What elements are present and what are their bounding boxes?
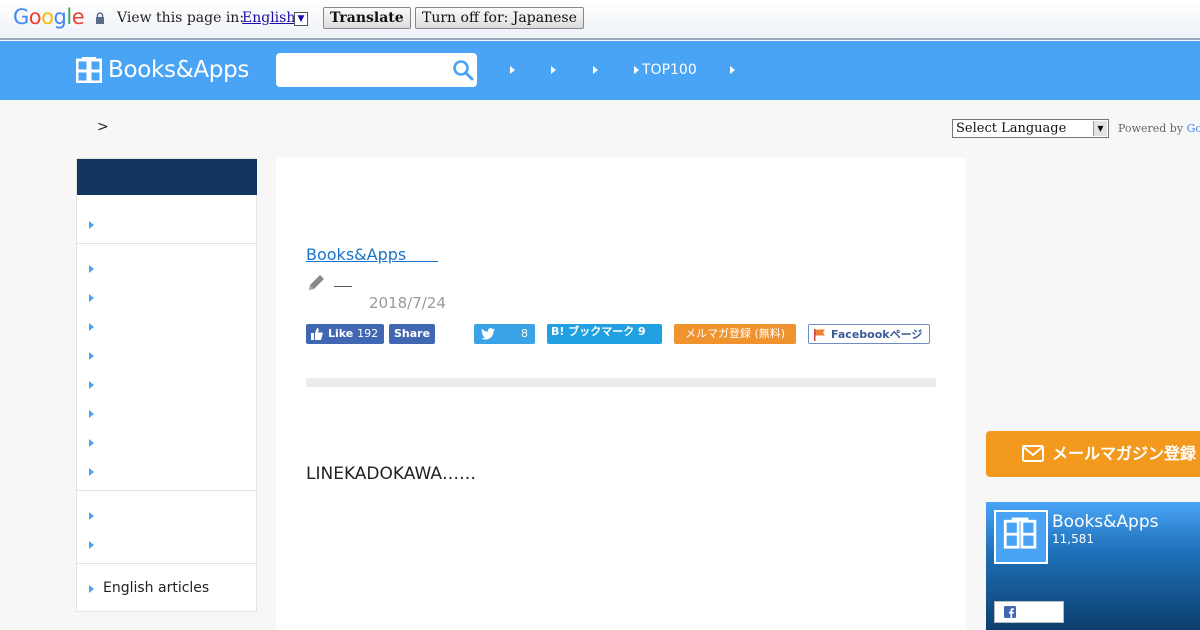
sidebar-item[interactable]: [89, 407, 249, 423]
chevron-right-icon: [89, 381, 94, 389]
thumbs-up-icon: [311, 328, 323, 340]
chevron-right-icon: [89, 352, 94, 360]
translate-button[interactable]: Translate: [323, 7, 411, 29]
powered-by-label: Powered by Go: [1118, 122, 1200, 135]
sidebar-item[interactable]: [89, 262, 249, 278]
sidebar: English articles: [76, 158, 257, 612]
sidebar-divider: [77, 490, 257, 491]
chevron-right-icon: [89, 294, 94, 302]
google-logo: Google: [13, 5, 85, 29]
sidebar-header: [77, 159, 257, 195]
search-input[interactable]: [276, 53, 477, 87]
article-divider-bar: [306, 378, 936, 387]
sidebar-item[interactable]: [89, 320, 249, 336]
books-apps-logo-icon: [76, 57, 102, 83]
facebook-icon: [1004, 606, 1016, 618]
chevron-right-icon: [510, 66, 515, 74]
facebook-widget-page-name[interactable]: Books&Apps: [1052, 512, 1159, 532]
hatena-bookmark-button[interactable]: B! ブックマーク 9: [547, 324, 662, 344]
facebook-page-widget[interactable]: Books&Apps 11,581: [986, 502, 1200, 630]
sidebar-item-english-articles[interactable]: English articles: [89, 580, 249, 598]
mail-icon: [1022, 445, 1044, 462]
nav-item-5[interactable]: [730, 61, 738, 79]
mail-magazine-button[interactable]: メルマガ登録 (無料): [674, 324, 796, 344]
chevron-right-icon: [89, 410, 94, 418]
language-link[interactable]: English: [242, 10, 295, 26]
sidebar-item[interactable]: [89, 509, 249, 525]
lock-icon: [96, 12, 104, 24]
facebook-page-button[interactable]: Facebookページ: [808, 324, 930, 344]
sidebar-item[interactable]: [89, 538, 249, 554]
facebook-like-button[interactable]: Like 192: [306, 324, 384, 344]
sidebar-divider: [77, 243, 257, 244]
twitter-icon: [481, 328, 495, 340]
pencil-icon: [309, 275, 324, 290]
sidebar-item[interactable]: [89, 465, 249, 481]
chevron-right-icon: [89, 221, 94, 229]
facebook-widget-likes: 11,581: [1052, 532, 1094, 546]
sidebar-item[interactable]: [89, 436, 249, 452]
nav-item-top100[interactable]: TOP100: [634, 61, 697, 79]
tweet-button[interactable]: 8: [474, 324, 535, 344]
flag-icon: [814, 329, 825, 341]
article-lead-text: LINEKADOKAWA……: [306, 464, 476, 484]
chevron-down-icon: ▼: [1093, 121, 1107, 136]
facebook-widget-like-button[interactable]: [994, 601, 1064, 623]
chevron-right-icon: [89, 585, 94, 593]
mail-magazine-banner[interactable]: メールマガジン登録: [986, 431, 1200, 477]
language-select[interactable]: Select Language ▼: [952, 119, 1109, 138]
chevron-right-icon: [730, 66, 735, 74]
sidebar-divider: [77, 563, 257, 564]
author-placeholder-line: [334, 286, 352, 287]
chevron-right-icon: [89, 468, 94, 476]
site-logo[interactable]: Books&Apps: [76, 55, 249, 85]
books-apps-logo-icon: [994, 510, 1048, 564]
nav-item-3[interactable]: [593, 61, 601, 79]
article-date: 2018/7/24: [369, 294, 446, 312]
article-category-link[interactable]: Books&Apps: [306, 241, 438, 265]
sidebar-item[interactable]: [89, 218, 249, 234]
turn-off-button[interactable]: Turn off for: Japanese: [415, 7, 584, 29]
chevron-right-icon: [551, 66, 556, 74]
sidebar-item[interactable]: [89, 349, 249, 365]
article-main: Books&Apps 2018/7/24 Like 192 Share 8 B!…: [276, 158, 966, 630]
sidebar-item[interactable]: [89, 291, 249, 307]
language-dropdown-icon[interactable]: ▼: [294, 12, 308, 26]
nav-item-2[interactable]: [551, 61, 559, 79]
chevron-right-icon: [89, 265, 94, 273]
facebook-share-button[interactable]: Share: [389, 324, 435, 344]
chevron-right-icon: [89, 541, 94, 549]
chevron-right-icon: [593, 66, 598, 74]
site-header: Books&Apps TOP100: [0, 41, 1200, 100]
logo-text: Books&Apps: [108, 57, 250, 83]
chevron-right-icon: [634, 66, 639, 74]
breadcrumb: >: [97, 119, 109, 135]
chevron-right-icon: [89, 439, 94, 447]
chevron-right-icon: [89, 512, 94, 520]
translate-bar: Google View this page in: English ▼ Tran…: [0, 0, 1200, 40]
chevron-right-icon: [89, 323, 94, 331]
view-page-label: View this page in:: [117, 10, 245, 26]
sidebar-item[interactable]: [89, 378, 249, 394]
nav-item-1[interactable]: [510, 61, 518, 79]
search-icon[interactable]: [452, 59, 474, 81]
